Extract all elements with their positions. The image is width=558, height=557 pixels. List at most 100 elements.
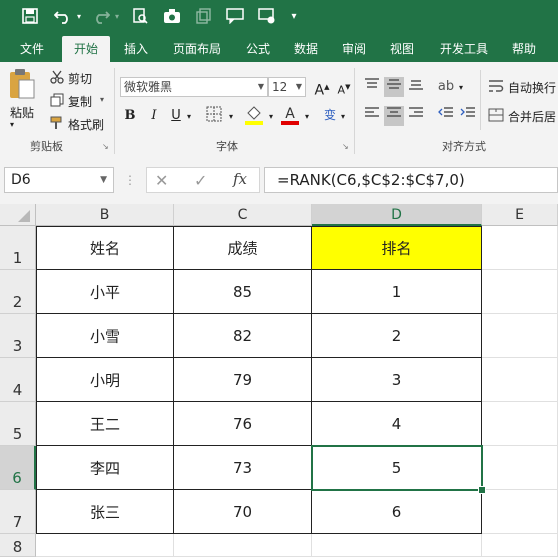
align-center-icon[interactable] <box>384 106 404 126</box>
row-header-6[interactable]: 6 <box>0 446 36 490</box>
paste-dropdown-icon[interactable]: ▾ <box>10 120 14 129</box>
bold-icon[interactable]: B <box>120 106 140 126</box>
tab-page-layout[interactable]: 页面布局 <box>166 36 228 62</box>
bottom-align-icon[interactable] <box>406 77 426 97</box>
camera-icon[interactable] <box>162 8 182 26</box>
cut-button[interactable]: 剪切 <box>68 70 92 87</box>
insert-function-icon[interactable]: fx <box>233 170 247 188</box>
dialog-launcher-icon[interactable]: ↘ <box>102 142 109 151</box>
name-box[interactable]: D6 ▼ <box>4 167 114 193</box>
underline-icon[interactable]: U <box>166 106 186 126</box>
header-cell[interactable]: 姓名 <box>37 227 174 270</box>
fill-handle[interactable] <box>478 486 486 494</box>
table-cell[interactable]: 小明 <box>37 358 174 402</box>
top-align-icon[interactable] <box>362 77 382 97</box>
header-cell[interactable]: 成绩 <box>174 227 312 270</box>
middle-align-icon[interactable] <box>384 77 404 97</box>
column-header-b[interactable]: B <box>36 204 174 226</box>
column-header-c[interactable]: C <box>174 204 312 226</box>
merge-center-icon[interactable] <box>488 108 504 125</box>
table-cell[interactable]: 2 <box>312 314 482 358</box>
customize-qat-icon[interactable]: ▾ <box>288 8 300 26</box>
empty-cell[interactable] <box>482 490 558 534</box>
table-cell[interactable]: 76 <box>174 402 312 446</box>
align-right-icon[interactable] <box>406 106 426 126</box>
borders-dropdown-icon[interactable]: ▾ <box>226 107 236 127</box>
copy-icon[interactable] <box>194 8 214 26</box>
print-preview-icon[interactable] <box>130 8 150 26</box>
table-cell[interactable]: 70 <box>174 490 312 534</box>
table-cell[interactable]: 79 <box>174 358 312 402</box>
redo-icon[interactable] <box>90 8 112 26</box>
font-size-combo[interactable]: 12 ▼ <box>268 77 306 97</box>
empty-cell[interactable] <box>36 534 174 557</box>
phonetic-dropdown-icon[interactable]: ▾ <box>338 107 348 127</box>
table-cell[interactable]: 小雪 <box>37 314 174 358</box>
table-cell[interactable]: 73 <box>174 446 312 490</box>
empty-cell[interactable] <box>174 534 312 557</box>
undo-icon[interactable] <box>52 8 74 26</box>
empty-cell[interactable] <box>482 402 558 446</box>
undo-dropdown-icon[interactable]: ▾ <box>74 8 84 26</box>
enter-icon[interactable]: ✓ <box>194 171 207 190</box>
format-painter-icon[interactable] <box>50 116 64 133</box>
table-cell[interactable]: 张三 <box>37 490 174 534</box>
tab-file[interactable]: 文件 <box>12 36 52 62</box>
copy-dropdown-icon[interactable]: ▾ <box>100 95 104 104</box>
row-header-5[interactable]: 5 <box>0 402 36 446</box>
row-header-4[interactable]: 4 <box>0 358 36 402</box>
empty-cell[interactable] <box>482 314 558 358</box>
row-header-7[interactable]: 7 <box>0 490 36 534</box>
tab-insert[interactable]: 插入 <box>116 36 156 62</box>
tab-help[interactable]: 帮助 <box>504 36 544 62</box>
increase-indent-icon[interactable] <box>458 106 478 126</box>
orientation-dropdown-icon[interactable]: ▾ <box>456 78 466 98</box>
active-cell-d6[interactable]: 5 <box>312 446 482 490</box>
row-header-2[interactable]: 2 <box>0 270 36 314</box>
cut-icon[interactable] <box>50 70 64 87</box>
merge-center-button[interactable]: 合并后居 <box>508 108 556 125</box>
tab-view[interactable]: 视图 <box>382 36 422 62</box>
table-cell[interactable]: 3 <box>312 358 482 402</box>
tab-developer[interactable]: 开发工具 <box>432 36 496 62</box>
fill-color-icon[interactable] <box>244 104 264 125</box>
orientation-icon[interactable]: ab <box>436 77 456 97</box>
copy-icon[interactable] <box>50 93 64 110</box>
table-cell[interactable]: 1 <box>312 270 482 314</box>
font-color-dropdown-icon[interactable]: ▾ <box>302 107 312 127</box>
table-cell[interactable]: 4 <box>312 402 482 446</box>
tab-data[interactable]: 数据 <box>286 36 326 62</box>
tab-review[interactable]: 审阅 <box>334 36 374 62</box>
formula-input[interactable]: =RANK(C6,$C$2:$C$7,0) <box>264 167 558 193</box>
row-header-1[interactable]: 1 <box>0 226 36 270</box>
empty-cell[interactable] <box>482 226 558 270</box>
font-color-icon[interactable]: A <box>280 104 300 125</box>
underline-dropdown-icon[interactable]: ▾ <box>184 107 194 127</box>
table-cell[interactable]: 王二 <box>37 402 174 446</box>
splitter-handle-icon[interactable]: ⋮ <box>124 172 136 188</box>
empty-cell[interactable] <box>482 270 558 314</box>
paste-icon[interactable] <box>8 68 38 102</box>
italic-icon[interactable]: I <box>144 106 164 126</box>
row-header-3[interactable]: 3 <box>0 314 36 358</box>
table-cell[interactable]: 小平 <box>37 270 174 314</box>
tab-home[interactable]: 开始 <box>62 36 110 62</box>
increase-font-size-icon[interactable]: A▲ <box>312 77 332 99</box>
copy-button[interactable]: 复制 <box>68 93 92 110</box>
comment-icon[interactable] <box>224 8 246 26</box>
tab-formulas[interactable]: 公式 <box>238 36 278 62</box>
format-painter-button[interactable]: 格式刷 <box>68 116 104 133</box>
column-header-d[interactable]: D <box>312 204 482 226</box>
table-cell[interactable]: 85 <box>174 270 312 314</box>
decrease-font-size-icon[interactable]: A▼ <box>334 77 354 97</box>
cancel-icon[interactable]: ✕ <box>155 171 168 190</box>
wrap-text-icon[interactable] <box>488 79 504 96</box>
decrease-indent-icon[interactable] <box>436 106 456 126</box>
font-name-combo[interactable]: 微软雅黑 ▼ <box>120 77 268 97</box>
dialog-launcher-icon[interactable]: ↘ <box>342 142 349 151</box>
fill-color-dropdown-icon[interactable]: ▾ <box>266 107 276 127</box>
redo-dropdown-icon[interactable]: ▾ <box>112 8 122 26</box>
header-cell[interactable]: 排名 <box>312 227 482 270</box>
table-cell[interactable]: 李四 <box>37 446 174 490</box>
camera-settings-icon[interactable] <box>256 8 278 26</box>
